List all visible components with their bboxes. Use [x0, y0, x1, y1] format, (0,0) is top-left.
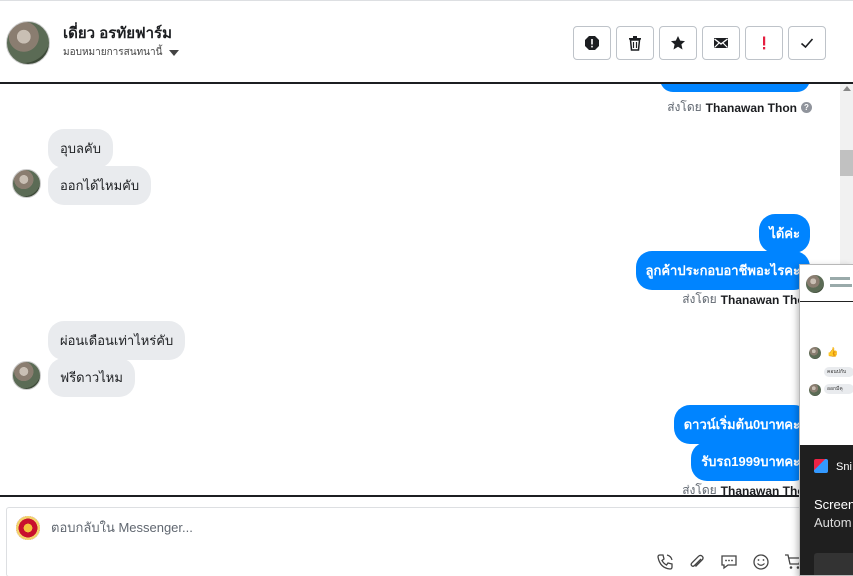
contact-avatar-small [12, 169, 41, 198]
toast-action-button[interactable] [814, 553, 853, 575]
message-bubble-incoming: ออกได้ไหมคับ [48, 166, 152, 205]
paperclip-icon [690, 554, 704, 567]
popup-mini-bubble: ออกมีคุ [824, 384, 853, 394]
preview-popup[interactable]: 👍 คอนปกับ ออกมีคุ Sni Screen Autom [799, 264, 853, 576]
sent-by-prefix: ส่งโดย [667, 100, 702, 114]
spam-button[interactable] [573, 26, 611, 60]
sent-by-label: ส่งโดย Thanawan Thon [682, 481, 812, 495]
mark-done-button[interactable] [788, 26, 826, 60]
toast-title: Sni [836, 461, 852, 473]
assign-label: มอบหมายการสนทนานี้ [63, 47, 163, 58]
toast-line-2: Autom [814, 515, 852, 530]
reply-composer [0, 495, 853, 576]
message-bubble-outgoing: ได้ค่ะ [759, 214, 810, 253]
page-avatar [16, 516, 40, 540]
envelope-icon [714, 38, 728, 48]
popup-avatar [806, 275, 824, 293]
chat-bubble-icon [721, 555, 737, 570]
scrollbar-thumb[interactable] [840, 150, 853, 176]
snipping-tool-icon [814, 459, 828, 473]
composer-tools [655, 552, 803, 572]
star-icon [671, 36, 685, 50]
contact-avatar-small [12, 361, 41, 390]
popup-sub-line [830, 284, 852, 287]
phone-icon [657, 554, 673, 570]
header-actions [573, 26, 826, 60]
spam-icon [585, 36, 599, 50]
saved-replies-button[interactable] [719, 552, 739, 572]
sent-by-label: ส่งโดย Thanawan Thon ? [667, 98, 812, 117]
contact-avatar[interactable] [6, 21, 50, 65]
checkmark-icon [800, 38, 814, 49]
toast-line-1: Screen [814, 497, 853, 512]
reply-input[interactable] [51, 520, 651, 535]
emoji-icon [753, 554, 769, 570]
snipping-tool-toast[interactable]: Sni Screen Autom [800, 445, 853, 575]
call-button[interactable] [655, 552, 675, 572]
message-bubble-outgoing: ดาวน์เริ่มต้น0บาทคะ [673, 405, 810, 444]
message-bubble-outgoing: ลูกค้าประกอบอาชีพอะไรคะ [635, 251, 810, 290]
help-icon[interactable]: ? [801, 102, 812, 113]
popup-small-avatar [809, 347, 821, 359]
sent-by-label: ส่งโดย Thanawan Thon [682, 290, 812, 309]
mark-unread-button[interactable] [702, 26, 740, 60]
message-thread: ส่งโดย Thanawan Thon ? อุบลคับ ออกได้ไหม… [0, 84, 840, 495]
conversation-header: เดี่ยว อรทัยฟาร์ม มอบหมายการสนทนานี้ [0, 0, 853, 84]
message-bubble-incoming: อุบลคับ [48, 129, 113, 168]
sent-by-prefix: ส่งโดย [682, 292, 717, 306]
message-bubble-incoming: ผ่อนเดือนเท่าไหร่คับ [48, 321, 186, 360]
message-bubble-incoming: ฟรีดาวไหม [48, 358, 135, 397]
thumbs-up-icon: 👍 [827, 347, 839, 357]
exclamation-icon [763, 36, 766, 50]
delete-button[interactable] [616, 26, 654, 60]
popup-mini-bubble: คอนปกับ [824, 367, 853, 377]
popup-divider [800, 301, 853, 302]
message-bubble-outgoing-partial [660, 84, 810, 92]
sent-by-prefix: ส่งโดย [682, 483, 717, 495]
popup-name-line [830, 277, 850, 280]
reply-box [6, 507, 846, 576]
caret-down-icon [169, 50, 180, 56]
follow-up-button[interactable] [745, 26, 783, 60]
emoji-button[interactable] [751, 552, 771, 572]
attach-button[interactable] [687, 552, 707, 572]
trash-icon [629, 36, 641, 51]
popup-small-avatar [809, 384, 821, 396]
star-button[interactable] [659, 26, 697, 60]
sender-name[interactable]: Thanawan Thon [706, 101, 797, 115]
scroll-up-arrow-icon[interactable] [843, 86, 851, 91]
contact-name[interactable]: เดี่ยว อรทัยฟาร์ม [63, 21, 172, 45]
message-bubble-outgoing: รับรถ1999บาทคะ [691, 442, 810, 481]
assign-conversation-dropdown[interactable]: มอบหมายการสนทนานี้ [63, 45, 180, 60]
